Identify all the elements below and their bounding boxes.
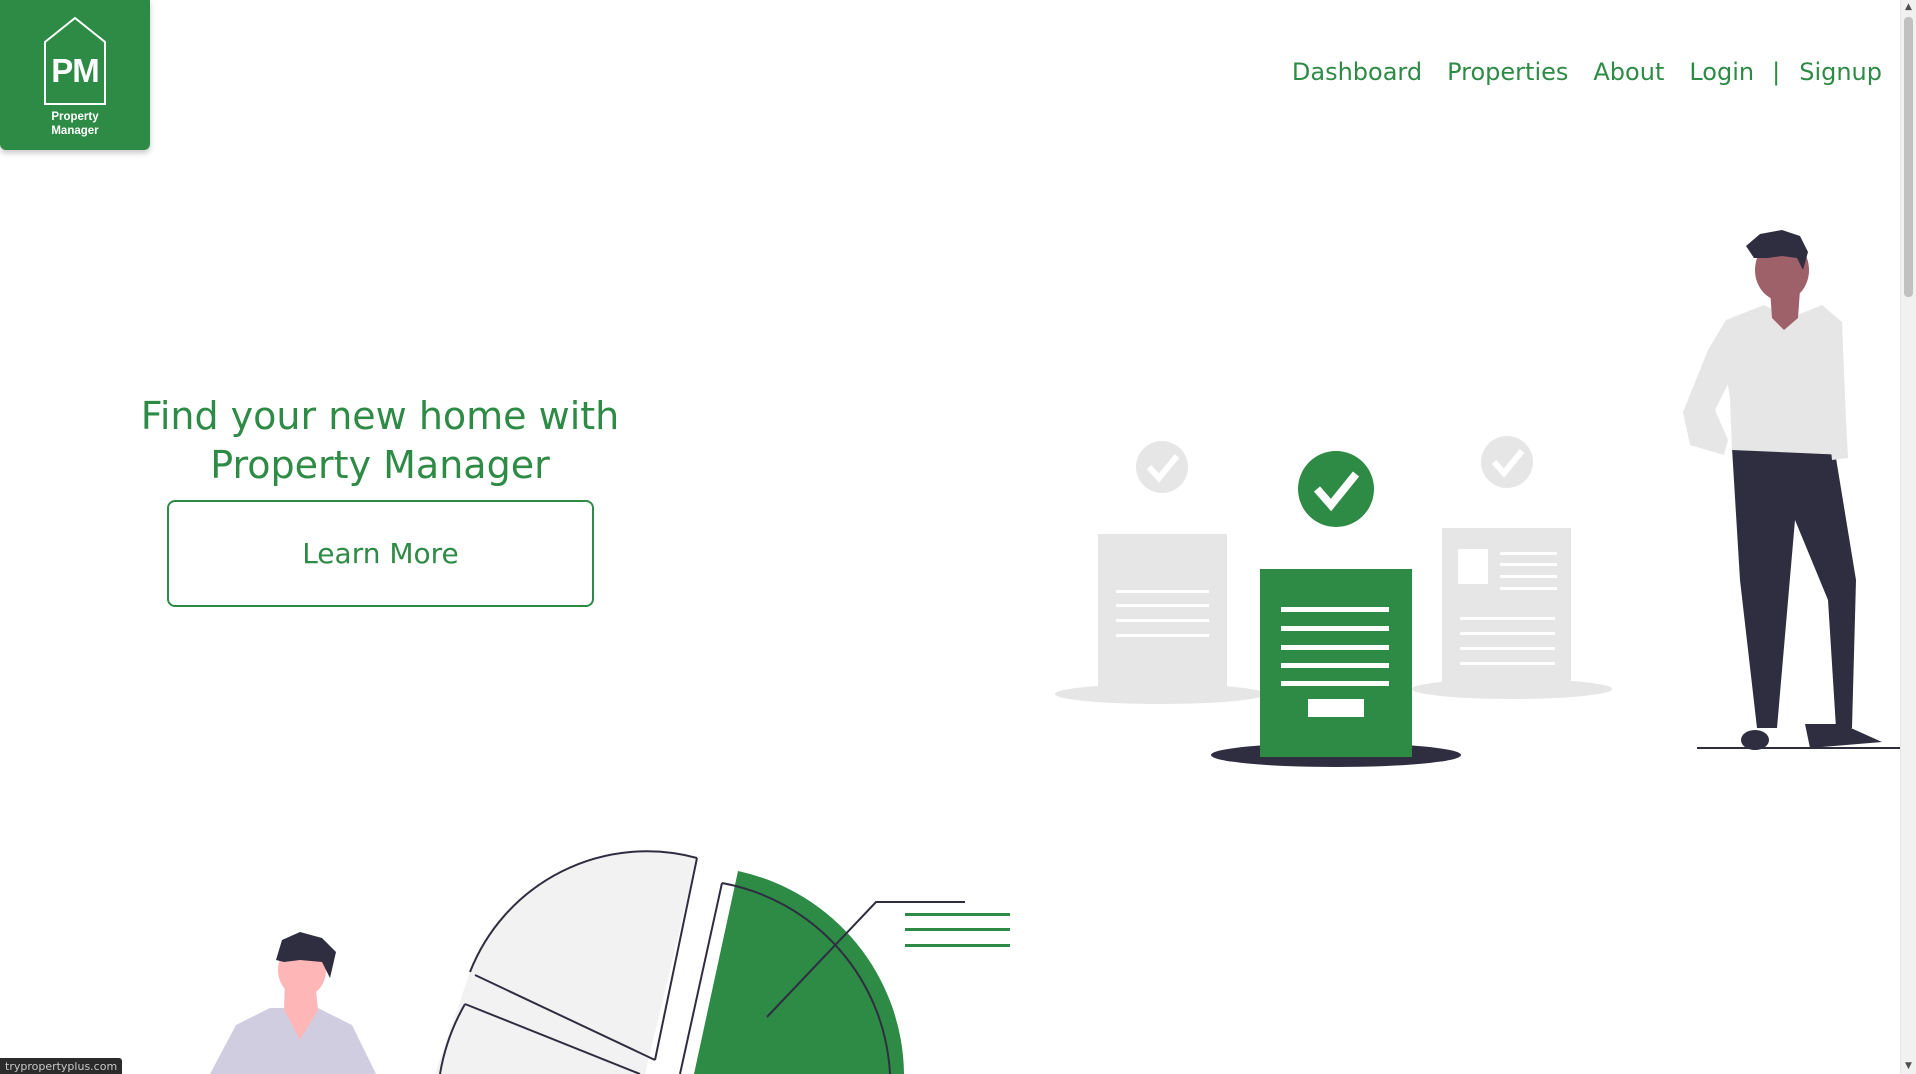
status-url: trypropertyplus.com	[0, 1058, 123, 1074]
person-figure	[210, 932, 376, 1074]
scroll-up-arrow-icon[interactable]: ▲	[1901, 0, 1916, 15]
scroll-down-arrow-icon[interactable]: ▼	[1901, 1059, 1916, 1074]
page: PM Property Manager Dashboard Properties…	[0, 0, 1916, 1074]
scrollbar-thumb[interactable]	[1904, 17, 1913, 297]
vertical-scrollbar[interactable]: ▲ ▼	[1900, 0, 1916, 1074]
pie-chart-illustration	[210, 850, 1010, 1074]
